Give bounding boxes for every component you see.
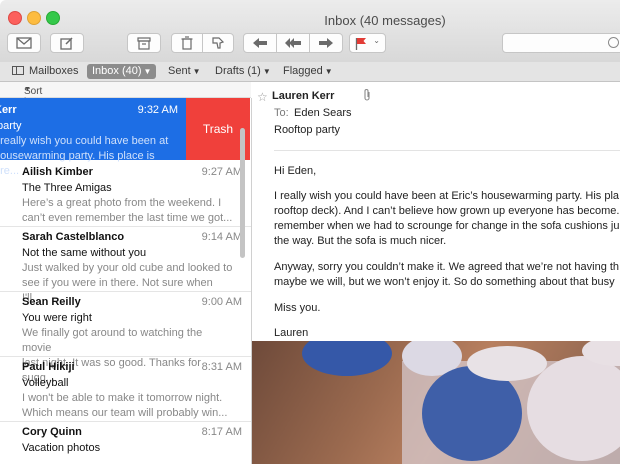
message-time: 8:17 AM [201, 426, 242, 438]
search-input[interactable] [502, 33, 620, 53]
window-title: Inbox (40 messages) [324, 13, 446, 28]
signature: Lauren [274, 327, 309, 339]
sort-bar[interactable]: Sort by Date ▼ [0, 82, 251, 119]
message-time: 9:27 AM [201, 166, 242, 178]
fav-flagged[interactable]: Flagged ▼ [283, 64, 333, 79]
close-window-button[interactable] [8, 11, 22, 25]
message-header-subject: Rooftop party [274, 124, 341, 136]
message-time: 9:00 AM [201, 296, 242, 308]
lantern [467, 346, 547, 381]
selected-message[interactable]: Kerr 9:32 AM party I really wish you cou… [0, 98, 186, 177]
search-icon [608, 37, 619, 48]
junk-icon [212, 37, 225, 49]
fav-inbox-label: Inbox (40) [92, 65, 142, 77]
reply-all-icon [285, 38, 301, 48]
compose-button[interactable] [50, 33, 84, 53]
forward-icon [319, 38, 333, 48]
paragraph-1-line-4: the way. But the sofa is much nicer. [274, 235, 447, 247]
message-subject: Not the same without you [22, 247, 147, 259]
message-subject: party [0, 120, 22, 132]
favorites-bar: Mailboxes Inbox (40) ▼ Sent ▼ Drafts (1) ▼ … [0, 62, 620, 82]
message-time: 9:14 AM [201, 231, 242, 243]
zoom-window-button[interactable] [46, 11, 60, 25]
fav-flagged-label: Flagged [283, 65, 323, 77]
reply-icon [253, 38, 267, 48]
message-from[interactable]: Lauren Kerr [272, 90, 334, 102]
paragraph-1-line-3: remember when we had to scrounge for cha… [274, 220, 620, 232]
list-item[interactable]: Cory Quinn 8:17 AM Vacation photos [0, 420, 251, 464]
to-label: To: [274, 107, 289, 119]
message-list: Kerr 9:32 AM party I really wish you cou… [0, 98, 252, 464]
trash-icon [181, 36, 193, 50]
message-subject: The Three Amigas [22, 182, 112, 194]
archive-icon [137, 36, 151, 50]
archive-button[interactable] [127, 33, 161, 53]
paragraph-1-line-1: I really wish you could have been at Eri… [274, 190, 620, 202]
get-mail-button[interactable] [7, 33, 41, 53]
header-divider [274, 150, 620, 151]
reading-pane: ☆ Lauren Kerr To: Eden Sears Rooftop par… [252, 82, 620, 464]
fav-inbox[interactable]: Inbox (40) ▼ [87, 64, 157, 79]
junk-button[interactable] [202, 33, 234, 53]
fav-mailboxes[interactable]: Mailboxes [29, 64, 79, 79]
fav-drafts-label: Drafts (1) [215, 65, 261, 77]
message-preview: I won't be able to make it tomorrow nigh… [22, 392, 228, 419]
star-icon[interactable]: ☆ [257, 90, 268, 104]
closing: Miss you. [274, 302, 321, 314]
fav-sent-label: Sent [168, 65, 191, 77]
paragraph-1-line-2: rooftop deck). And I can’t believe how g… [274, 205, 620, 217]
fav-sent[interactable]: Sent ▼ [168, 64, 201, 79]
chevron-down-icon: ▼ [24, 86, 31, 93]
chevron-down-icon: ▼ [324, 67, 333, 76]
flag-button[interactable]: ⌄ [349, 33, 386, 53]
list-item[interactable]: Paul Hikiji 8:31 AM Volleyball I won't b… [0, 355, 251, 422]
message-sender: Paul Hikiji [22, 361, 75, 373]
chevron-down-icon: ⌄ [373, 36, 380, 45]
chevron-down-icon: ▼ [262, 67, 271, 76]
forward-button[interactable] [309, 33, 343, 53]
message-subject: Volleyball [22, 377, 69, 389]
reply-all-button[interactable] [276, 33, 310, 53]
toolbar: Inbox (40 messages) ⌄ [0, 0, 620, 63]
paragraph-2-line-2: maybe we will, but we won’t enjoy it. So… [274, 276, 615, 288]
message-sender: Sean Reilly [22, 296, 81, 308]
fav-drafts[interactable]: Drafts (1) ▼ [215, 64, 271, 79]
list-item[interactable]: Ailish Kimber 9:27 AM The Three Amigas H… [0, 160, 251, 227]
message-time: 9:32 AM [137, 104, 178, 116]
chevron-down-icon: ▼ [143, 67, 152, 76]
message-sender: Sarah Castelblanco [22, 231, 125, 243]
envelope-icon [16, 37, 32, 49]
message-to[interactable]: Eden Sears [294, 107, 351, 119]
mailboxes-icon[interactable] [12, 66, 24, 75]
compose-icon [60, 37, 73, 50]
reply-button[interactable] [243, 33, 277, 53]
greeting: Hi Eden, [274, 165, 317, 177]
paragraph-1: I really wish you could have been at Eri… [274, 189, 620, 249]
delete-button[interactable] [171, 33, 203, 53]
chevron-down-icon: ▼ [192, 67, 201, 76]
minimize-window-button[interactable] [27, 11, 41, 25]
lantern [302, 341, 392, 376]
list-item[interactable]: Sean Reilly 9:00 AM You were right We fi… [0, 290, 251, 384]
message-sender: Ailish Kimber [22, 166, 93, 178]
message-subject: You were right [22, 312, 92, 324]
paperclip-icon[interactable] [362, 88, 372, 102]
inline-photo[interactable] [252, 341, 620, 464]
list-item[interactable]: Sarah Castelblanco 9:14 AM Not the same … [0, 225, 251, 304]
flag-icon [355, 37, 366, 50]
message-preview: Here’s a great photo from the weekend. I… [22, 197, 233, 224]
message-sender: Cory Quinn [22, 426, 82, 438]
message-subject: Vacation photos [22, 442, 101, 454]
paragraph-2-line-1: Anyway, sorry you couldn’t make it. We a… [274, 261, 620, 273]
paragraph-2: Anyway, sorry you couldn’t make it. We a… [274, 260, 620, 290]
mail-window: Inbox (40 messages) ⌄ Mailboxes Inbox (4… [0, 0, 620, 464]
message-body: Hi Eden, I really wish you could have be… [274, 164, 620, 351]
list-item[interactable]: Kerr 9:32 AM party I really wish you cou… [0, 98, 251, 177]
list-scrollbar[interactable] [240, 128, 245, 258]
message-time: 8:31 AM [201, 361, 242, 373]
message-sender: Kerr [0, 104, 17, 116]
